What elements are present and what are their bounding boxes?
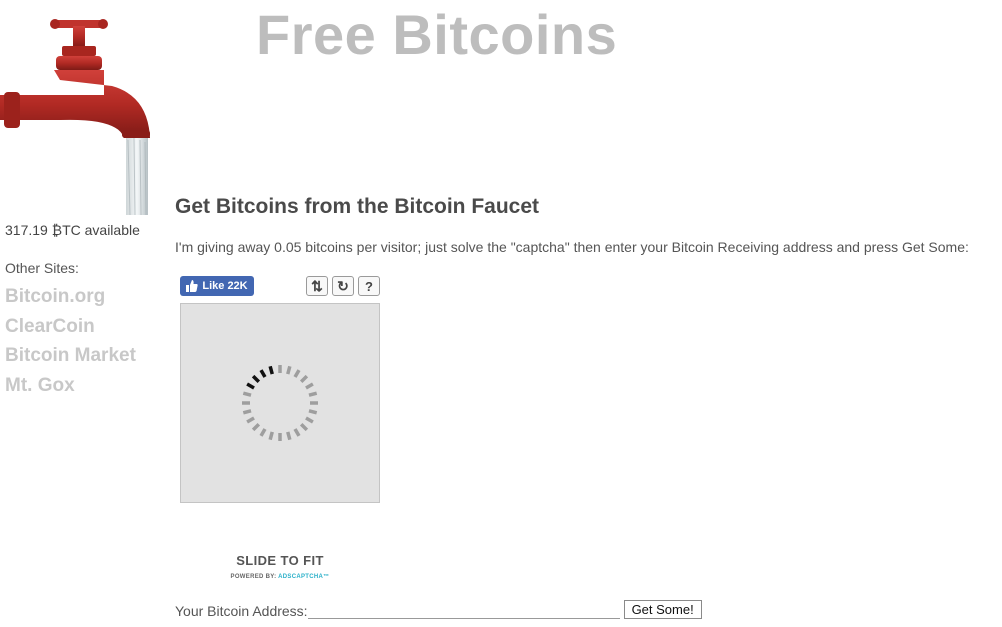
spinner-tick	[305, 416, 314, 424]
refresh-icon: ↻	[337, 277, 349, 294]
link-bitcoin-market[interactable]: Bitcoin Market	[5, 341, 165, 371]
spinner-tick	[299, 422, 309, 432]
adscaptcha-brand: ADSCAPTCHA™	[278, 574, 330, 580]
spinner-tick	[242, 391, 252, 397]
address-form: Your Bitcoin Address: Get Some!	[175, 600, 702, 619]
link-clearcoin[interactable]: ClearCoin	[5, 312, 165, 342]
spinner-tick	[286, 431, 292, 441]
captcha-puzzle-area[interactable]	[180, 303, 380, 503]
btc-available: 317.19 ₿TC available	[5, 222, 140, 238]
site-title: Free Bitcoins	[256, 3, 618, 66]
get-some-button[interactable]: Get Some!	[623, 600, 702, 619]
sidebar: 317.19 ₿TC available Other Sites: Bitcoi…	[5, 222, 165, 400]
link-mt-gox[interactable]: Mt. Gox	[5, 371, 165, 401]
spinner-tick	[308, 391, 318, 397]
spinner-tick	[242, 409, 252, 415]
thumbs-up-icon	[186, 280, 199, 292]
spinner-tick	[268, 431, 274, 441]
facebook-like-button[interactable]: Like 22K	[180, 276, 254, 296]
bitcoin-address-input[interactable]	[307, 602, 620, 619]
spinner-tick	[305, 382, 314, 390]
spinner-tick	[251, 422, 261, 432]
spinner-tick	[268, 365, 274, 375]
spinner-tick	[299, 374, 309, 384]
slide-to-fit-label: SLIDE TO FIT	[236, 553, 324, 568]
powered-by-adscaptcha: POWERED BY: ADSCAPTCHA™	[230, 574, 330, 580]
swap-icon: ⇅	[311, 277, 323, 294]
spinner-tick	[293, 369, 301, 378]
spinner-tick	[286, 365, 292, 375]
help-button[interactable]: ?	[358, 276, 380, 296]
faucet-image	[0, 19, 150, 215]
spinner-tick	[246, 382, 255, 390]
like-label: Like 22K	[202, 280, 248, 292]
refresh-button[interactable]: ↻	[332, 276, 354, 296]
other-sites-label: Other Sites:	[5, 260, 79, 276]
spinner-tick	[293, 428, 301, 437]
spinner-tick	[259, 428, 267, 437]
address-label: Your Bitcoin Address:	[175, 603, 308, 619]
captcha-toolbar: ⇅ ↻ ?	[306, 276, 380, 296]
spinner-tick	[251, 374, 261, 384]
spinner-tick	[259, 369, 267, 378]
spinner-tick	[246, 416, 255, 424]
spinner-tick	[308, 409, 318, 415]
loading-spinner-icon	[242, 365, 318, 441]
help-icon: ?	[365, 278, 373, 294]
swap-button[interactable]: ⇅	[306, 276, 328, 296]
main-content: Get Bitcoins from the Bitcoin Faucet I'm…	[175, 195, 995, 255]
page-heading: Get Bitcoins from the Bitcoin Faucet	[175, 195, 540, 218]
intro-text: I'm giving away 0.05 bitcoins per visito…	[175, 239, 969, 255]
link-bitcoin-org[interactable]: Bitcoin.org	[5, 282, 165, 312]
